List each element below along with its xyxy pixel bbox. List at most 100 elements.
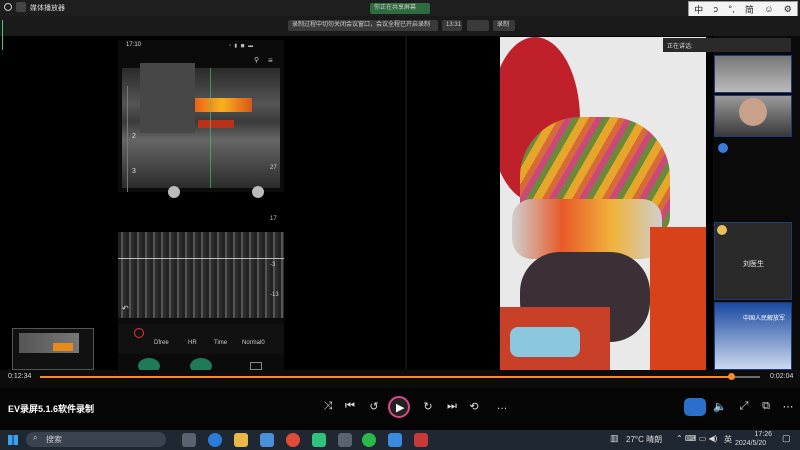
- record-icon[interactable]: [134, 328, 144, 338]
- taskbar-search[interactable]: ⌕ 搜索: [26, 432, 166, 447]
- settings-icon[interactable]: ⚙: [784, 4, 792, 15]
- start-icon[interactable]: [8, 435, 18, 445]
- punctuation-icon[interactable]: °,: [728, 4, 734, 14]
- wechat-icon[interactable]: [362, 433, 376, 447]
- jacket-right: [650, 227, 706, 370]
- brand-watermark: EV录屏5.1.6软件录制: [8, 404, 95, 414]
- current-time: 0:12:34: [8, 373, 32, 380]
- play-button[interactable]: ▶: [388, 396, 410, 418]
- banner-text: 中国人民解放军: [743, 316, 786, 322]
- tool-time[interactable]: Time: [214, 340, 227, 346]
- camera-feed: [500, 37, 706, 370]
- participant-tile-3[interactable]: 刘医生: [714, 222, 792, 300]
- baseline: [118, 258, 284, 259]
- doppler-gap: [118, 192, 284, 232]
- share-status: 你正在共享屏幕: [370, 3, 430, 14]
- pane-separator: [405, 36, 407, 370]
- speaking-indicator: 正在讲话:: [663, 38, 791, 52]
- participant-tile-2[interactable]: [714, 95, 792, 137]
- ime-mode[interactable]: 中: [694, 3, 703, 16]
- scale-mark-17: 17: [270, 216, 277, 222]
- drag-handle-right[interactable]: [252, 186, 264, 198]
- previous-icon[interactable]: ⏮: [342, 400, 358, 413]
- back-icon[interactable]: [16, 2, 26, 12]
- phone-toolbar: Dfree HR Time Normal0: [118, 324, 284, 354]
- clock-time[interactable]: 17:26: [742, 431, 772, 438]
- next-icon[interactable]: ⏭: [444, 400, 460, 413]
- repeat-icon[interactable]: ⟲: [466, 400, 482, 413]
- store-icon[interactable]: [260, 433, 274, 447]
- goggles: [512, 199, 662, 259]
- scale-mark-27: 27: [270, 165, 277, 171]
- cast-icon[interactable]: ⧉: [758, 400, 774, 413]
- drag-handle-left[interactable]: [168, 186, 180, 198]
- notification-icon[interactable]: ▢: [782, 433, 791, 444]
- depth-mark-2: 2: [132, 133, 136, 140]
- forward-icon[interactable]: ↻: [420, 400, 436, 413]
- rewind-icon[interactable]: ↺: [366, 400, 382, 413]
- volume-icon[interactable]: 🔈: [712, 400, 728, 413]
- gear-icon[interactable]: [338, 433, 352, 447]
- speaking-label: 正在讲话:: [667, 44, 693, 50]
- person-icon[interactable]: ⚲: [254, 56, 259, 64]
- participant-tile-4[interactable]: 中国人民解放军: [714, 302, 792, 370]
- meeting-bar: 你正在共享屏幕 录制过程中切勿关闭会议窗口，会议全程已开启录制 13:31 录制: [0, 3, 800, 36]
- window-title: 媒体播放器: [30, 5, 65, 12]
- redacted-block: [140, 63, 195, 133]
- weather-text[interactable]: 27°C 晴朗: [626, 434, 662, 445]
- more-icon[interactable]: …: [494, 400, 510, 412]
- media-player-icon[interactable]: [414, 433, 428, 447]
- emoji-icon[interactable]: ☺: [764, 4, 773, 14]
- scale-mark-neg3: -3: [270, 262, 276, 268]
- total-time: 0:02:04: [770, 373, 794, 380]
- shuffle-icon[interactable]: ⤨: [320, 400, 336, 413]
- lang-indicator[interactable]: 英: [724, 434, 732, 445]
- meeting-pill[interactable]: [467, 20, 489, 31]
- tool-normal[interactable]: Normal0: [242, 340, 265, 346]
- phone-status-icons: ◔ ▮ ◼ ▬: [228, 43, 255, 49]
- meeting-app-icon[interactable]: [388, 433, 402, 447]
- clock-date[interactable]: 2024/5/20: [735, 440, 766, 447]
- record-notice: 录制过程中切勿关闭会议窗口，会议全程已开启录制: [288, 20, 438, 31]
- depth-ruler: [122, 86, 128, 196]
- record-button[interactable]: 录制: [493, 20, 515, 31]
- file-explorer-icon[interactable]: [234, 433, 248, 447]
- task-view-icon[interactable]: [182, 433, 196, 447]
- menu-icon[interactable]: ≡: [268, 56, 273, 65]
- depth-mark-3: 3: [132, 168, 136, 175]
- search-icon: ⌕: [33, 433, 38, 442]
- tool-dfree[interactable]: Dfree: [154, 340, 169, 346]
- tool-hr[interactable]: HR: [188, 340, 197, 346]
- glove: [510, 327, 580, 357]
- spectral-doppler: 27 17 -3 -13 ↶: [118, 165, 284, 318]
- share-indicator: [2, 20, 3, 50]
- phone-status-time: 17:10: [126, 42, 142, 48]
- tray-icons[interactable]: ⌃ ⌨ ▭ ◀): [676, 434, 717, 443]
- undo-icon[interactable]: ↶: [122, 304, 129, 313]
- chrome-icon[interactable]: [286, 433, 300, 447]
- participant-name: 刘医生: [743, 261, 764, 268]
- miniplayer-button[interactable]: [684, 398, 706, 416]
- avatar: [717, 225, 727, 235]
- ime-toolbar[interactable]: 中 ↄ °, 简 ☺ ⚙: [688, 1, 798, 17]
- fullscreen-icon[interactable]: ⤢: [736, 400, 752, 413]
- status-dot-icon: [718, 143, 728, 153]
- meeting-time: 13:31: [442, 20, 462, 31]
- moon-icon[interactable]: ↄ: [714, 4, 719, 14]
- nav-button-right[interactable]: [250, 362, 262, 370]
- edge-icon[interactable]: [208, 433, 222, 447]
- app-icon-green[interactable]: [312, 433, 326, 447]
- sample-line: [210, 68, 211, 188]
- preview-thumbnail[interactable]: [12, 328, 94, 370]
- preview-color: [53, 343, 73, 351]
- scale-mark-neg13: -13: [270, 292, 279, 298]
- play-icon: ▶: [396, 402, 405, 414]
- app-icon: [4, 3, 12, 11]
- doppler-color-flow: [198, 120, 234, 128]
- simplified-toggle[interactable]: 简: [745, 3, 754, 16]
- participant-tile-1[interactable]: [714, 55, 792, 93]
- progress-fill: [40, 376, 732, 378]
- participant-face: [739, 98, 767, 126]
- settings-menu-icon[interactable]: ⋯: [780, 400, 796, 413]
- progress-area: [0, 370, 800, 388]
